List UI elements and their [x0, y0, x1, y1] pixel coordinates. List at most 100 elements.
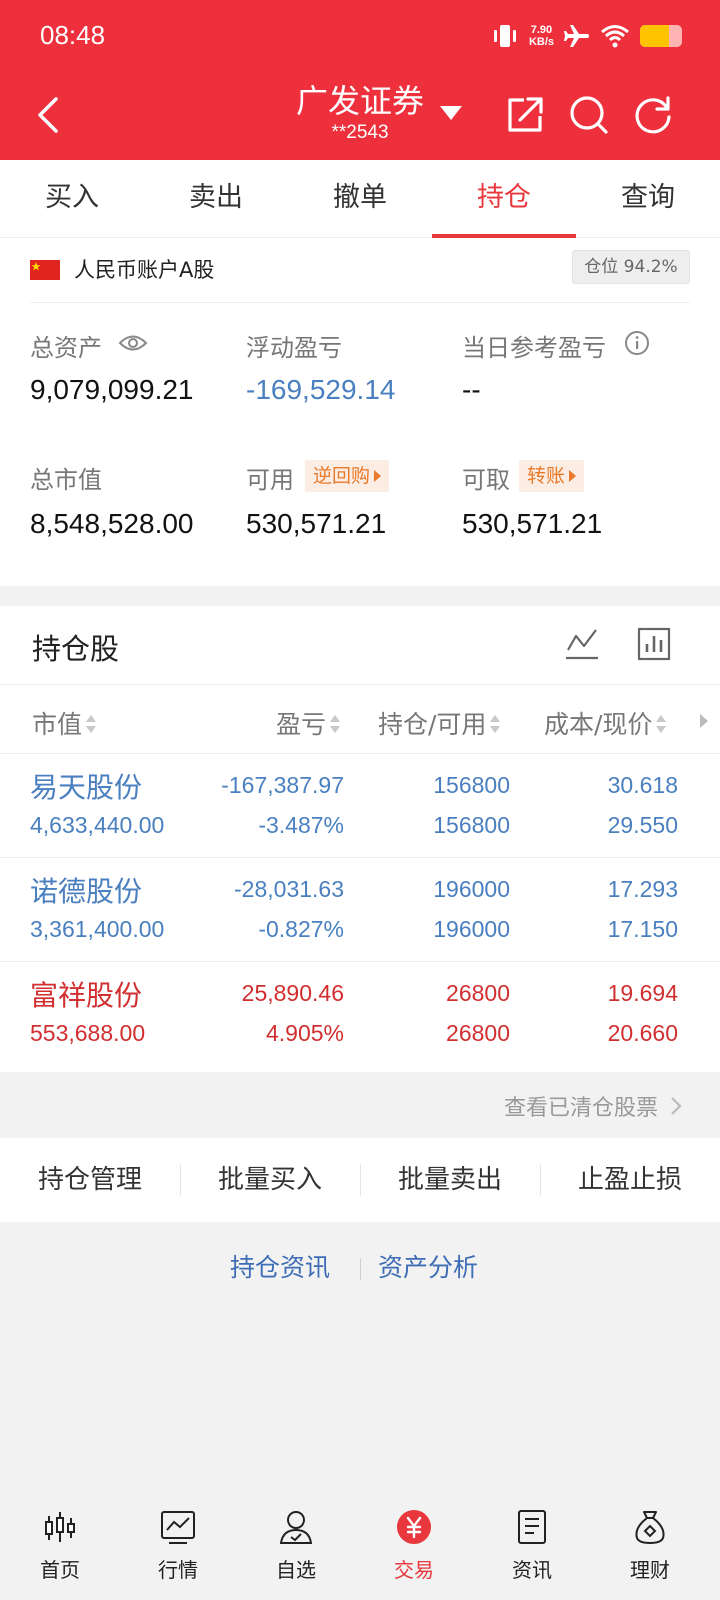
status-bar: 08:48 7.90 KB/s	[0, 0, 720, 72]
holdings-header: 市值 盈亏 持仓/可用 成本/现价	[0, 684, 720, 754]
stock-cost: 17.293	[607, 876, 678, 902]
battery-icon	[640, 25, 682, 47]
trade-tabs: 买入 卖出 撤单 持仓 查询	[0, 160, 720, 238]
stock-pl: -167,387.97	[221, 772, 344, 798]
bottom-nav: 首页 行情 自选 交易 资讯 理财	[0, 1504, 720, 1600]
search-icon[interactable]	[568, 94, 610, 136]
chevron-right-icon[interactable]	[668, 1096, 684, 1116]
stock-cost: 30.618	[607, 772, 678, 798]
china-flag-icon	[30, 260, 60, 280]
stock-position: 156800	[433, 772, 510, 798]
available-value: 530,571.21	[246, 508, 387, 539]
vibrate-icon	[493, 25, 516, 47]
stock-available: 156800	[433, 812, 510, 838]
col-market-value[interactable]: 市值	[32, 705, 97, 741]
tab-sell[interactable]: 卖出	[144, 160, 288, 238]
position-ratio-badge: 仓位 94.2%	[572, 250, 690, 284]
info-links: 持仓资讯 资产分析	[0, 1240, 720, 1290]
nav-watchlist-label: 自选	[276, 1558, 316, 1582]
stock-pl-pct: 4.905%	[265, 1020, 344, 1046]
nav-trade[interactable]: 交易	[354, 1504, 474, 1600]
sort-icon	[86, 715, 97, 735]
stock-market-value: 553,688.00	[30, 1020, 146, 1046]
account-name[interactable]: 人民币账户A股	[74, 254, 214, 284]
account-dropdown-icon[interactable]	[440, 106, 462, 120]
cleared-stocks-bar: 查看已清仓股票	[0, 1072, 720, 1138]
refresh-icon[interactable]	[632, 94, 674, 136]
holding-management-button[interactable]: 持仓管理	[0, 1138, 180, 1222]
holding-row[interactable]: 富祥股份 553,688.00 25,890.46 4.905% 26800 2…	[0, 962, 720, 1066]
arrow-right-icon	[569, 470, 577, 482]
divider	[360, 1258, 361, 1280]
stock-cost: 19.694	[607, 980, 678, 1006]
batch-sell-button[interactable]: 批量卖出	[360, 1138, 540, 1222]
stock-available: 26800	[446, 1020, 510, 1046]
stock-pl: -28,031.63	[234, 876, 344, 902]
transfer-button[interactable]: 转账	[519, 460, 585, 492]
yuan-icon	[397, 1510, 431, 1544]
divider	[30, 302, 690, 303]
col-cost-price[interactable]: 成本/现价	[544, 705, 667, 741]
holding-row[interactable]: 诺德股份 3,361,400.00 -28,031.63 -0.827% 196…	[0, 858, 720, 962]
tab-buy[interactable]: 买入	[0, 160, 144, 238]
holdings-title: 持仓股	[32, 632, 120, 666]
nav-market-label: 行情	[158, 1558, 198, 1582]
line-chart-icon[interactable]	[564, 626, 600, 662]
daily-pl-value: --	[462, 374, 481, 405]
col-pl-label: 盈亏	[276, 710, 327, 739]
user-check-icon	[279, 1511, 313, 1544]
nav-trade-label: 交易	[394, 1558, 434, 1582]
stock-position: 26800	[446, 980, 510, 1006]
total-assets-label: 总资产	[30, 334, 102, 362]
info-icon[interactable]	[624, 330, 650, 356]
app-header: 08:48 7.90 KB/s 广发证券 **2543	[0, 0, 720, 160]
col-position[interactable]: 持仓/可用	[378, 705, 501, 741]
withdrawable-label: 可取	[462, 466, 510, 494]
col-market-value-label: 市值	[32, 710, 83, 739]
stock-pl-pct: -0.827%	[258, 916, 344, 942]
stock-name: 易天股份	[30, 771, 143, 804]
nav-home[interactable]: 首页	[0, 1504, 120, 1600]
asset-analysis-link[interactable]: 资产分析	[378, 1248, 478, 1284]
nav-news-label: 资讯	[512, 1558, 552, 1582]
share-icon[interactable]	[504, 94, 546, 136]
account-number: **2543	[331, 122, 389, 143]
scroll-right-icon[interactable]	[700, 714, 708, 728]
tab-cancel[interactable]: 撤单	[288, 160, 432, 238]
stock-price: 20.660	[607, 1020, 678, 1046]
speed-unit: KB/s	[528, 36, 554, 48]
col-position-label: 持仓/可用	[378, 710, 487, 739]
total-assets-value: 9,079,099.21	[30, 374, 194, 405]
eye-icon[interactable]	[118, 332, 148, 354]
reverse-repo-button[interactable]: 逆回购	[305, 460, 390, 492]
sort-icon	[490, 715, 501, 735]
nav-watchlist[interactable]: 自选	[236, 1504, 356, 1600]
sort-icon	[330, 715, 341, 735]
stock-name: 诺德股份	[30, 875, 143, 908]
col-pl[interactable]: 盈亏	[276, 705, 341, 741]
nav-news[interactable]: 资讯	[472, 1504, 592, 1600]
account-summary: 人民币账户A股 仓位 94.2% 总资产 9,079,099.21 浮动盈亏 -…	[0, 238, 720, 586]
candlestick-icon	[45, 1512, 75, 1542]
nav-wealth[interactable]: 理财	[590, 1504, 710, 1600]
status-icons: 7.90 KB/s	[491, 20, 682, 52]
stock-position: 196000	[433, 876, 510, 902]
holding-news-link[interactable]: 持仓资讯	[230, 1248, 330, 1284]
cleared-stocks-link[interactable]: 查看已清仓股票	[504, 1090, 658, 1122]
tab-query[interactable]: 查询	[576, 160, 720, 238]
arrow-right-icon	[374, 470, 382, 482]
col-cost-price-label: 成本/现价	[544, 710, 653, 739]
nav-market[interactable]: 行情	[118, 1504, 238, 1600]
speed-value: 7.90	[530, 24, 553, 36]
wifi-icon	[601, 25, 629, 48]
stock-available: 196000	[433, 916, 510, 942]
bar-chart-icon[interactable]	[636, 626, 672, 662]
batch-buy-button[interactable]: 批量买入	[180, 1138, 360, 1222]
money-bag-icon	[635, 1511, 665, 1545]
page-title[interactable]: 广发证券	[0, 76, 720, 122]
stop-profit-loss-button[interactable]: 止盈止损	[540, 1138, 720, 1222]
holding-row[interactable]: 易天股份 4,633,440.00 -167,387.97 -3.487% 15…	[0, 754, 720, 858]
stock-pl-pct: -3.487%	[258, 812, 344, 838]
tab-holdings[interactable]: 持仓	[432, 160, 576, 238]
stock-market-value: 3,361,400.00	[30, 916, 165, 942]
